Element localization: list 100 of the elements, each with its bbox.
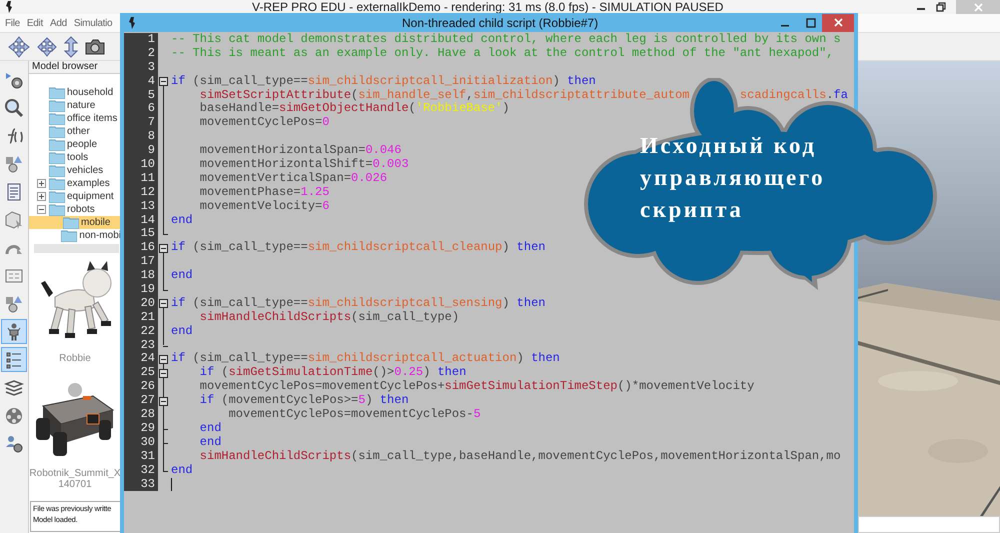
expand-icon[interactable] [37,179,46,188]
line-number: 18 [124,269,158,284]
line-number: 10 [124,158,158,172]
code-line: movementPhase=1.25 [198,186,330,200]
menu-item[interactable]: Simulatio [74,18,112,28]
collapse-icon[interactable] [159,244,168,253]
code-line: end [170,214,193,228]
item-label: tools [67,152,88,163]
folder-icon [49,126,65,138]
panel-header: Model browser [29,61,121,74]
item-label: mobile [81,217,110,228]
expand-icon[interactable] [37,192,46,201]
line-number: 30 [124,436,158,450]
line-number: 29 [124,422,158,436]
collapse-icon[interactable] [37,205,46,214]
folder-icon [49,100,65,112]
tree-item[interactable]: other [29,125,121,138]
folder-icon [49,112,65,124]
code-line: simHandleChildScripts(sim_call_type) [198,310,460,325]
menu-item[interactable]: Add [50,18,67,28]
code-line: if (sim_call_type==sim_childscriptcall_initialization) then [170,74,596,89]
item-label: examples [67,178,110,189]
line-number: 23 [124,338,158,352]
scrollbar[interactable] [34,244,119,253]
item-label: equipment [67,191,114,202]
line-number: 20 [124,296,158,311]
item-label: non-mobi [79,230,121,241]
folder-icon [49,138,65,150]
line-number: 32 [124,464,158,478]
menu-item[interactable]: File [5,18,20,28]
line-number: 15 [124,227,158,242]
collapse-icon[interactable] [159,77,168,86]
collapse-icon[interactable] [159,299,168,308]
item-label: people [67,139,98,150]
collapse-icon[interactable] [159,354,168,364]
code-line: movementVelocity=6 [198,200,330,214]
line-number: 14 [124,214,158,228]
line-number: 7 [124,116,158,130]
tree-item[interactable]: household [29,86,121,99]
camera-icon[interactable] [84,36,106,56]
tree-item[interactable]: people [29,138,121,151]
code-line: end [198,422,222,436]
callout-text: Исходный код управляющего скрипта [640,132,826,224]
line-number: 11 [124,172,158,186]
tree-item[interactable]: mobile [29,216,121,229]
code-line: movementCyclePos=movementCyclePos-5 [228,408,481,422]
close-icon [974,2,982,12]
code-line: -- This cat model demonstrates distributed control, where each leg is controlled by its own s [170,33,841,47]
move-icon[interactable] [8,36,30,58]
code-line: movementVerticalSpan=0.026 [198,172,388,186]
restore-icon[interactable] [936,2,946,12]
tree-item[interactable]: nature [29,99,121,112]
folder-icon [63,216,79,228]
line-number: 13 [124,200,158,214]
tree-item[interactable]: office items [29,112,121,125]
item-label: robots [67,204,95,215]
line-number: 9 [124,144,158,158]
line-number: 5 [124,88,158,102]
line-number: 24 [124,352,158,366]
line-number: 6 [124,102,158,116]
code-line: if (simGetSimulationTime()>0.25) then [198,366,466,380]
close-button[interactable] [822,14,854,32]
item-label: household [67,87,114,98]
line-number: 28 [124,408,158,422]
tree-item[interactable]: examples [29,177,121,190]
line-number: 8 [124,130,158,144]
menu-item[interactable]: Edit [26,18,43,28]
window-title: V-REP PRO EDU - externalIkDemo - rendering: 31 ms (8.0 fps) - SIMULATION PAUSED [252,0,724,14]
code-line: if (sim_call_type==sim_childscriptcall_cleanup) then [170,241,546,256]
code-line: if (sim_call_type==sim_childscriptcall_actuation) then [170,352,560,366]
line-number: 33 [124,478,158,492]
item-label: other [67,126,90,137]
code-line: baseHandle=simGetObjectHandle('RobbieBase') [198,102,510,116]
model-name: 140701 [58,479,92,490]
robot-icon[interactable] [1,319,27,344]
tree-item[interactable]: non-mobi [29,229,121,242]
code-line: movementCyclePos=0 [198,116,330,130]
maximize-icon[interactable] [806,18,816,28]
list-icon[interactable] [1,347,27,372]
tree-item[interactable]: tools [29,151,121,164]
code-line: if (movementCyclePos>=5) then [198,394,409,408]
line-number: 21 [124,310,158,325]
collapse-icon[interactable] [159,368,168,378]
line-number: 2 [124,46,158,61]
collapse-icon[interactable] [159,396,168,406]
item-label: office items [67,113,118,124]
code-line: if (sim_call_type==sim_childscriptcall_sensing) then [170,296,546,311]
tree-item[interactable]: robots [29,203,121,216]
line-number: 16 [124,241,158,256]
line-number: 27 [124,394,158,408]
line-number: 12 [124,186,158,200]
item-label: vehicles [67,165,104,176]
model-name: Robotnik_Summit_X [29,468,121,479]
tree-item[interactable]: vehicles [29,164,121,177]
tree-item[interactable]: equipment [29,190,121,203]
code-line: end [198,436,222,450]
folder-icon [49,190,65,202]
line-number: 4 [124,74,158,89]
folder-icon [49,178,65,190]
up-down-arrow-icon[interactable] [64,36,78,58]
